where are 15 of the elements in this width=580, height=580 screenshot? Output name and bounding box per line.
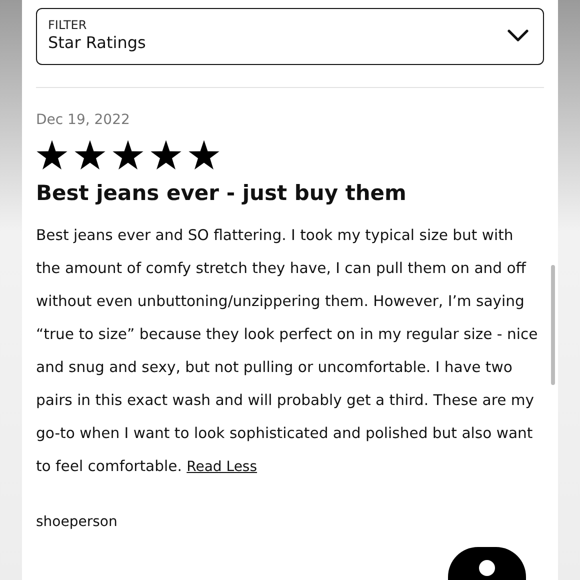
review-date: Dec 19, 2022 — [36, 112, 131, 128]
review-title: Best jeans ever - just buy them — [36, 181, 408, 205]
filter-label: FILTER — [48, 18, 88, 32]
review-author: shoeperson — [36, 514, 118, 530]
review-text: Best jeans ever and SO flattering. I took my typical size but with the amount of comfy stretch they have, I can pull them on and off without even unbuttoning/unzippering them. However, I’m saying “true to size” because they look perfect on in my regular size - nice and snug and sexy, but not pulling or uncomfortable. I have two pairs in this exact wash and will probably get a third. These are my go-to when I want to look sophisticated and polished but also want to feel comfortable. Read Less — [36, 226, 538, 477]
scrollbar-thumb[interactable] — [551, 265, 555, 385]
star-icon — [74, 140, 106, 171]
read-less-link[interactable]: Read Less — [186, 459, 258, 475]
filter-dropdown[interactable]: FILTER Star Ratings — [36, 8, 544, 65]
filter-value: Star Ratings — [48, 32, 146, 54]
star-icon — [112, 140, 144, 171]
star-icon — [150, 140, 182, 171]
star-icon — [36, 140, 68, 171]
star-icon — [188, 140, 220, 171]
chevron-down-icon — [507, 28, 529, 42]
